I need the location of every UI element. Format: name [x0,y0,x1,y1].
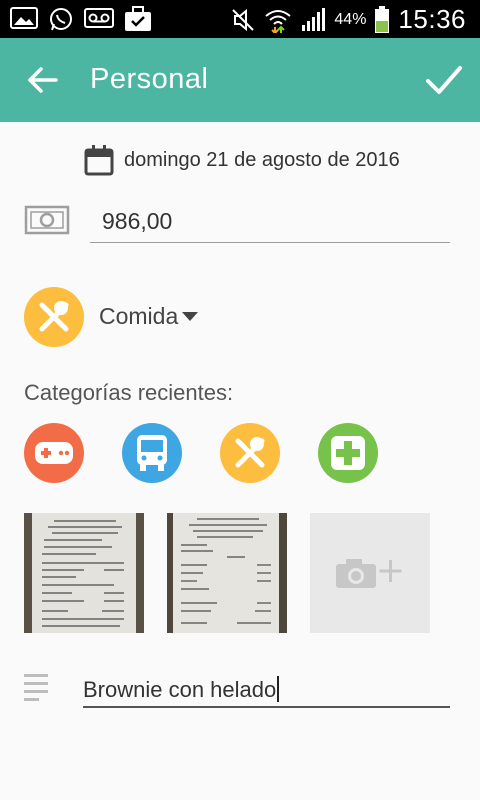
battery-icon [375,5,390,33]
category-label: Comida [99,303,179,329]
amount-value: 986,00 [102,208,173,234]
date-label: domingo 21 de agosto de 2016 [124,148,400,171]
money-icon [24,205,70,235]
gamepad-icon [35,442,73,464]
mute-icon [232,8,255,31]
medical-cross-icon [331,436,365,470]
recent-categories-label: Categorías recientes: [24,380,234,405]
caret-down-icon [182,311,199,321]
app-bar: Personal [0,38,480,122]
calendar-icon [84,145,114,176]
text-cursor [277,676,280,702]
battery-percent: 44% [334,10,367,28]
status-bar: 44% 15:36 [0,0,480,38]
receipt-photo-1[interactable] [24,513,144,633]
whatsapp-icon [50,8,72,31]
recent-category-games[interactable] [24,423,84,483]
note-text: Brownie con helado [83,677,277,702]
note-input[interactable]: Brownie con helado [83,668,450,708]
camera-plus-icon [336,559,402,588]
date-picker[interactable]: domingo 21 de agosto de 2016 [84,144,400,176]
fork-spoon-icon [39,301,69,332]
page-title: Personal [90,63,209,95]
image-icon [10,7,38,29]
briefcase-check-icon [125,6,151,31]
selected-category-badge[interactable] [24,287,84,347]
amount-input[interactable]: 986,00 [90,200,450,243]
recent-category-food[interactable] [220,423,280,483]
notes-icon [24,674,48,701]
bus-icon [137,435,167,471]
wifi-icon [265,9,292,33]
arrow-left-icon[interactable] [22,60,62,100]
fork-spoon-icon [235,437,265,468]
category-dropdown[interactable]: Comida [99,303,199,330]
signal-icon [302,7,326,31]
status-time: 15:36 [398,4,466,34]
recent-category-transport[interactable] [122,423,182,483]
voicemail-icon [84,8,114,28]
check-icon[interactable] [422,58,466,102]
recent-category-health[interactable] [318,423,378,483]
add-photo-button[interactable] [310,513,430,633]
receipt-photo-2[interactable] [167,513,287,633]
